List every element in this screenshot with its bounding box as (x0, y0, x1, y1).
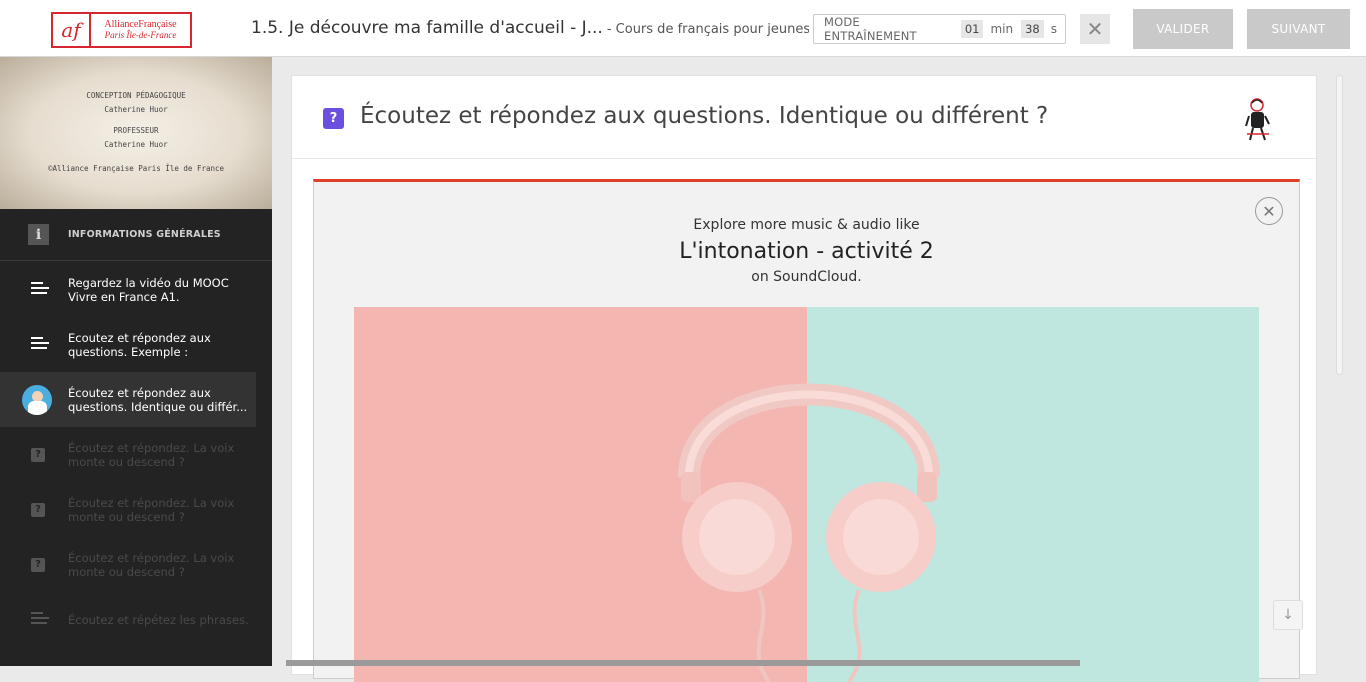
soundcloud-embed[interactable]: ✕ Explore more music & audio like L'into… (313, 179, 1300, 682)
thumbnail-credit-heading: CONCEPTION PÉDAGOGIQUE (86, 91, 186, 100)
sidebar-item-label: INFORMATIONS GÉNÉRALES (68, 229, 221, 240)
top-bar: af AllianceFrançaise Paris Île-de-France… (0, 0, 1366, 57)
soundcloud-explore-text: Explore more music & audio like (693, 217, 920, 233)
close-icon: ✕ (1086, 17, 1104, 41)
thumbnail-credit-heading: PROFESSEUR (113, 126, 159, 135)
timer-seconds: 38 (1021, 20, 1044, 38)
text-lines-icon (31, 337, 49, 352)
logo-line1: AllianceFrançaise (104, 19, 177, 30)
info-icon: i (28, 224, 49, 245)
video-thumbnail[interactable]: CONCEPTION PÉDAGOGIQUE Catherine Huor PR… (0, 57, 272, 209)
logo-line2: Paris Île-de-France (104, 30, 177, 40)
sidebar-item[interactable]: Regardez la vidéo du MOOC Vivre en Franc… (0, 262, 256, 317)
sidebar-item-label: Ecoutez et répondez aux questions. Exemp… (68, 330, 211, 359)
course-subtitle: - Cours de français pour jeunes... (606, 22, 809, 37)
thumbnail-credit-name: Catherine Huor (104, 105, 168, 114)
valider-button[interactable]: VALIDER (1133, 9, 1233, 49)
sidebar-item[interactable]: ? Écoutez et répondez. La voix monte ou … (0, 482, 256, 537)
text-lines-icon (31, 282, 49, 297)
page-title: 1.5. Je découvre ma famille d'accueil - … (251, 18, 603, 38)
exercise-header: ? Écoutez et répondez aux questions. Ide… (292, 76, 1316, 159)
sidebar-item[interactable]: Écoutez et répétez les phrases. (0, 592, 256, 647)
scrollbar[interactable] (1336, 75, 1343, 375)
practice-timer: MODE ENTRAÎNEMENT 01 min 38 s (813, 14, 1066, 44)
page-title-area: 1.5. Je découvre ma famille d'accueil - … (251, 18, 809, 38)
sidebar-item-label: Écoutez et répétez les phrases. (68, 612, 249, 627)
sidebar-item[interactable]: Ecoutez et répondez aux questions. Exemp… (0, 317, 256, 372)
avatar (22, 384, 52, 415)
sidebar-item[interactable]: ? Écoutez et répondez. La voix monte ou … (0, 427, 256, 482)
horizontal-scrollbar[interactable] (286, 660, 1080, 666)
alliance-francaise-logo[interactable]: af AllianceFrançaise Paris Île-de-France (51, 12, 192, 48)
soundcloud-platform-text: on SoundCloud. (751, 269, 862, 285)
logo-wordmark: AllianceFrançaise Paris Île-de-France (91, 14, 190, 46)
scroll-down-button[interactable]: ↓ (1273, 600, 1303, 630)
sidebar-item-label: Écoutez et répondez. La voix monte ou de… (68, 495, 235, 524)
timer-minutes: 01 (960, 20, 984, 38)
sidebar-item-general-info[interactable]: i INFORMATIONS GÉNÉRALES (0, 209, 272, 261)
question-icon: ? (31, 557, 45, 572)
timer-sec-unit: s (1050, 22, 1057, 36)
suivant-button[interactable]: SUIVANT (1247, 9, 1350, 49)
exercise-title: Écoutez et répondez aux questions. Ident… (360, 103, 1049, 129)
arrow-down-icon: ↓ (1282, 607, 1294, 623)
logo-mark: af (53, 14, 91, 46)
timer-min-unit: min (990, 22, 1014, 36)
headphones-artwork[interactable] (354, 307, 1259, 682)
sidebar-item-label: Regardez la vidéo du MOOC Vivre en Franc… (68, 275, 229, 304)
exercise-card: ? Écoutez et répondez aux questions. Ide… (291, 75, 1317, 682)
sidebar-item-active[interactable]: Écoutez et répondez aux questions. Ident… (0, 372, 256, 427)
soundcloud-track-title[interactable]: L'intonation - activité 2 (314, 239, 1299, 264)
thumbnail-copyright: ©Alliance Française Paris Île de France (47, 164, 225, 173)
mascot-icon (1245, 98, 1270, 141)
sidebar-item-label: Écoutez et répondez. La voix monte ou de… (68, 550, 235, 579)
close-button[interactable]: ✕ (1080, 14, 1110, 44)
question-icon: ? (31, 447, 45, 462)
question-icon: ? (323, 108, 344, 129)
thumbnail-credit-name: Catherine Huor (104, 140, 168, 149)
timer-mode-label: MODE ENTRAÎNEMENT (824, 15, 917, 43)
sidebar-item[interactable]: ? Écoutez et répondez. La voix monte ou … (0, 537, 256, 592)
sidebar-item-label: Écoutez et répondez aux questions. Ident… (68, 385, 248, 414)
sidebar-item-label: Écoutez et répondez. La voix monte ou de… (68, 440, 235, 469)
text-lines-icon (31, 612, 49, 627)
question-icon: ? (31, 502, 45, 517)
sidebar: CONCEPTION PÉDAGOGIQUE Catherine Huor PR… (0, 57, 272, 666)
main-content: ? Écoutez et répondez aux questions. Ide… (272, 57, 1366, 682)
